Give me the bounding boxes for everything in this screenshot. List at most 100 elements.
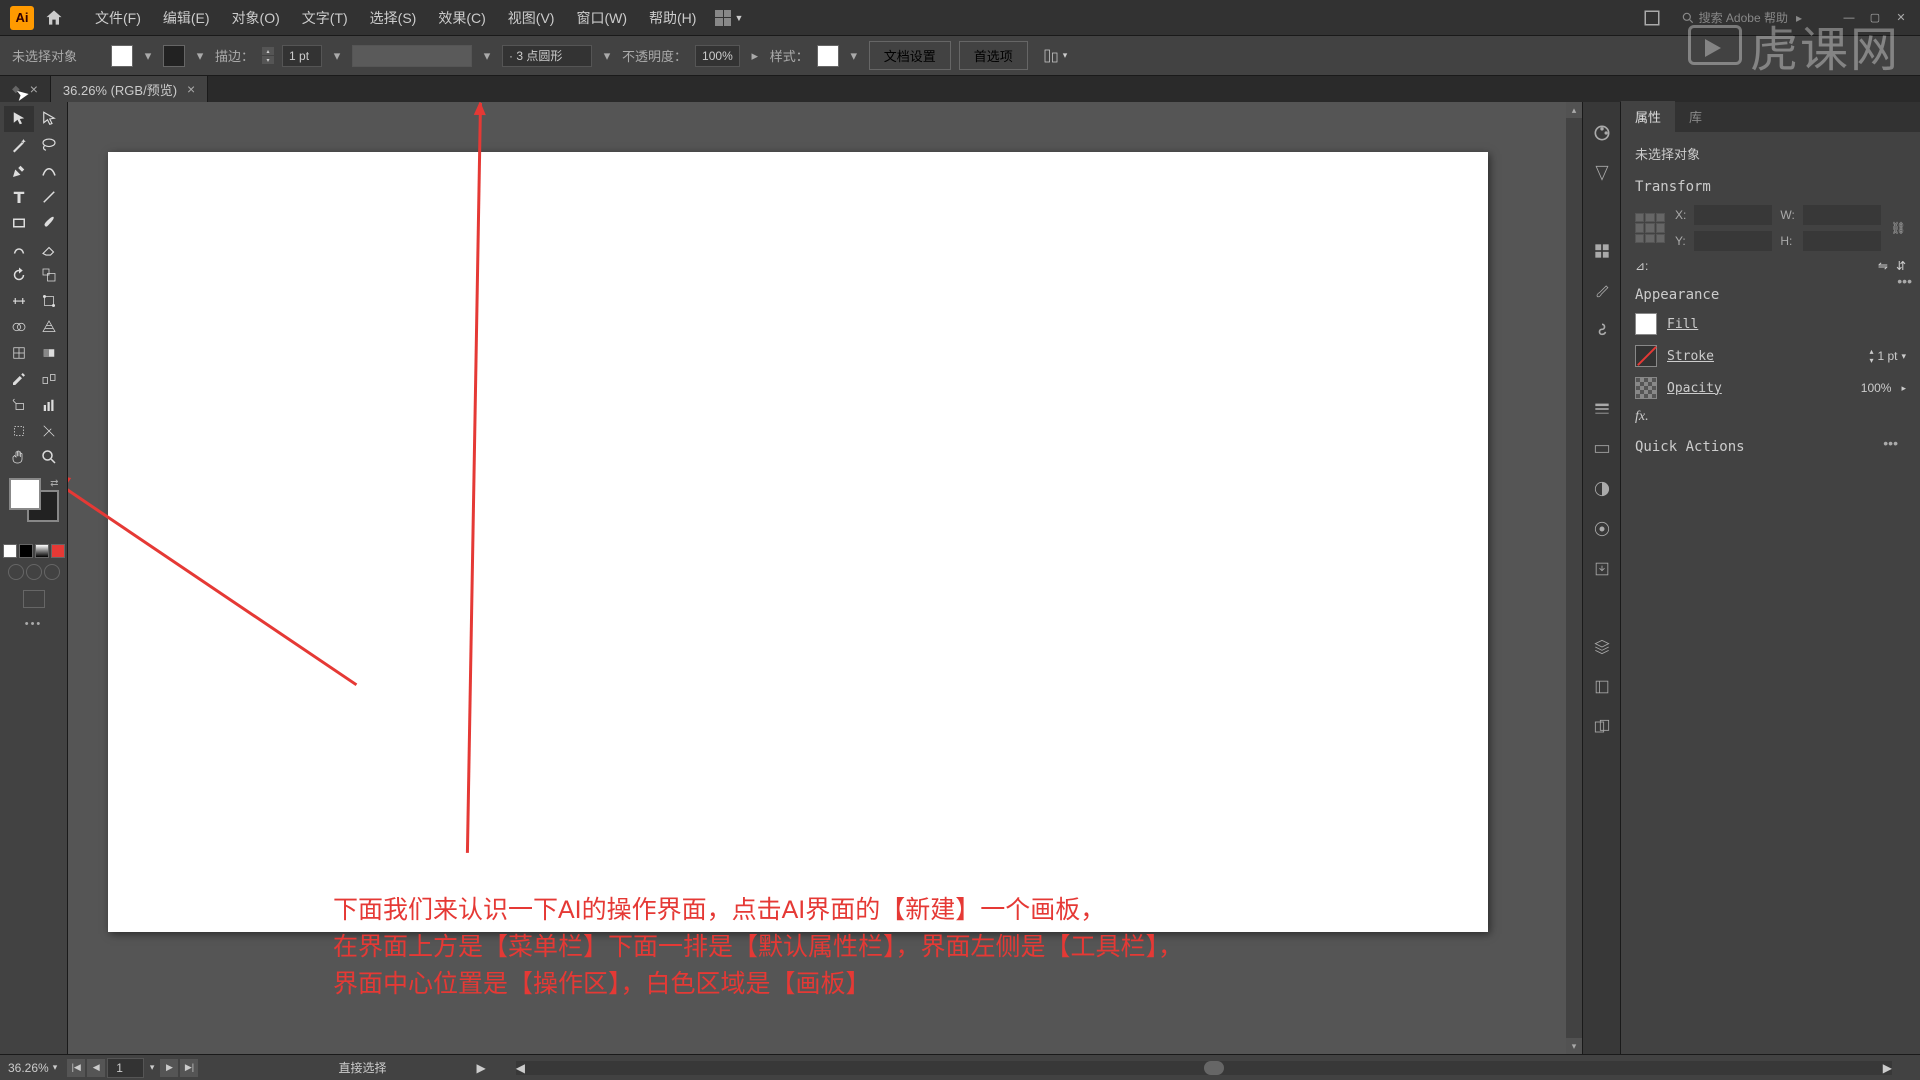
pen-tool[interactable] (4, 158, 34, 184)
blend-tool[interactable] (34, 366, 64, 392)
transparency-panel-icon[interactable] (1591, 478, 1613, 500)
perspective-grid-tool[interactable] (34, 314, 64, 340)
align-icon[interactable]: ▾ (1042, 47, 1068, 65)
first-artboard-icon[interactable]: |◀ (67, 1059, 85, 1077)
next-artboard-icon[interactable]: ▶ (160, 1059, 178, 1077)
layers-panel-icon[interactable] (1591, 636, 1613, 658)
menu-select[interactable]: 选择(S) (359, 0, 428, 36)
asset-export-panel-icon[interactable] (1591, 558, 1613, 580)
reference-point-selector[interactable] (1635, 213, 1665, 243)
paintbrush-tool[interactable] (34, 210, 64, 236)
menu-edit[interactable]: 编辑(E) (152, 0, 221, 36)
x-input[interactable] (1694, 205, 1772, 225)
brush-definition[interactable]: · 3 点圆形 (502, 45, 592, 67)
eyedropper-tool[interactable] (4, 366, 34, 392)
tab-close-icon[interactable]: × (30, 81, 38, 97)
appearance-fill-swatch[interactable] (1635, 313, 1657, 335)
appearance-more-icon[interactable]: ••• (1883, 435, 1898, 451)
magic-wand-tool[interactable] (4, 132, 34, 158)
lasso-tool[interactable] (34, 132, 64, 158)
stroke-swatch[interactable] (163, 45, 185, 67)
scroll-up-icon[interactable]: ▴ (1566, 102, 1582, 118)
free-transform-tool[interactable] (34, 288, 64, 314)
document-tab-active[interactable]: 36.26% (RGB/预览) × (51, 76, 208, 102)
appearance-stroke-value[interactable]: 1 pt (1877, 349, 1897, 363)
menu-type[interactable]: 文字(T) (291, 0, 359, 36)
artboards-panel-icon[interactable] (1591, 716, 1613, 738)
color-panel-icon[interactable] (1591, 122, 1613, 144)
mesh-tool[interactable] (4, 340, 34, 366)
menu-effect[interactable]: 效果(C) (427, 0, 496, 36)
preferences-button[interactable]: 首选项 (959, 41, 1028, 70)
hand-tool[interactable] (4, 444, 34, 470)
minimize-icon[interactable]: — (1840, 9, 1858, 27)
zoom-level-dropdown[interactable]: 36.26%▾ (8, 1061, 57, 1075)
screen-mode-icon[interactable] (23, 590, 45, 608)
gradient-panel-icon[interactable] (1591, 438, 1613, 460)
horizontal-scrollbar[interactable]: ◀▶ (516, 1061, 1892, 1075)
stroke-stepper[interactable]: ▴▾ (262, 47, 274, 64)
selection-tool[interactable] (4, 106, 34, 132)
fx-icon[interactable]: fx. (1635, 409, 1649, 425)
vertical-scrollbar[interactable]: ▴ ▾ (1566, 102, 1582, 1054)
column-graph-tool[interactable] (34, 392, 64, 418)
h-input[interactable] (1803, 231, 1881, 251)
stroke-weight-dropdown-icon[interactable]: ▾ (330, 49, 344, 63)
stroke-dropdown-icon[interactable]: ▾ (193, 49, 207, 63)
swatches-panel-icon[interactable] (1591, 240, 1613, 262)
workspace-switcher[interactable]: ▼ (707, 10, 751, 26)
color-mode-swatches[interactable] (3, 544, 65, 558)
artboard-number-input[interactable]: 1 (107, 1058, 144, 1078)
flip-horizontal-icon[interactable]: ⇋ (1878, 259, 1888, 273)
stroke-panel-icon[interactable] (1591, 398, 1613, 420)
slice-tool[interactable] (34, 418, 64, 444)
var-width-dropdown-icon[interactable]: ▾ (480, 49, 494, 63)
shape-builder-tool[interactable] (4, 314, 34, 340)
flip-vertical-icon[interactable]: ⇵ (1896, 259, 1906, 273)
menu-help[interactable]: 帮助(H) (638, 0, 707, 36)
color-guide-panel-icon[interactable] (1591, 162, 1613, 184)
eraser-tool[interactable] (34, 236, 64, 262)
brush-dropdown-icon[interactable]: ▾ (600, 49, 614, 63)
appearance-panel-icon[interactable] (1591, 518, 1613, 540)
swap-colors-icon[interactable]: ⇄ (50, 478, 58, 489)
appearance-opacity-value[interactable]: 100% (1861, 381, 1892, 395)
document-setup-button[interactable]: 文档设置 (869, 41, 951, 70)
arrange-documents-icon[interactable] (1641, 7, 1663, 29)
artboard-tool[interactable] (4, 418, 34, 444)
close-icon[interactable]: ✕ (1892, 9, 1910, 27)
zoom-tool[interactable] (34, 444, 64, 470)
tab-properties[interactable]: 属性 (1621, 101, 1675, 132)
opacity-arrow-icon[interactable]: ▸ (748, 49, 762, 63)
rectangle-tool[interactable] (4, 210, 34, 236)
menu-object[interactable]: 对象(O) (221, 0, 291, 36)
status-play-icon[interactable]: ▶ (476, 1061, 485, 1075)
direct-selection-tool[interactable] (34, 106, 64, 132)
rotate-tool[interactable] (4, 262, 34, 288)
scroll-down-icon[interactable]: ▾ (1566, 1038, 1582, 1054)
menu-view[interactable]: 视图(V) (497, 0, 566, 36)
canvas-area[interactable]: 下面我们来认识一下AI的操作界面，点击AI界面的【新建】一个画板， 在界面上方是… (68, 102, 1582, 1054)
w-input[interactable] (1803, 205, 1881, 225)
gradient-tool[interactable] (34, 340, 64, 366)
tab-close-icon[interactable]: × (187, 81, 195, 97)
libraries-panel-icon[interactable] (1591, 676, 1613, 698)
scale-tool[interactable] (34, 262, 64, 288)
brushes-panel-icon[interactable] (1591, 280, 1613, 302)
constrain-proportions-icon[interactable]: ⛓ (1891, 221, 1906, 235)
menu-file[interactable]: 文件(F) (84, 0, 152, 36)
fill-color[interactable] (9, 478, 41, 510)
appearance-stroke-swatch[interactable] (1635, 345, 1657, 367)
drawing-modes[interactable] (8, 564, 60, 580)
edit-toolbar-icon[interactable]: ••• (25, 618, 43, 630)
opacity-input[interactable]: 100% (695, 45, 740, 67)
fill-stroke-colors[interactable]: ⇄ (9, 478, 59, 522)
fill-swatch[interactable] (111, 45, 133, 67)
menu-window[interactable]: 窗口(W) (565, 0, 638, 36)
appearance-opacity-swatch[interactable] (1635, 377, 1657, 399)
home-icon[interactable] (44, 8, 64, 28)
graphic-style-swatch[interactable] (817, 45, 839, 67)
variable-width-profile[interactable] (352, 45, 472, 67)
line-tool[interactable] (34, 184, 64, 210)
document-tab-untitled[interactable]: ◆ × (0, 76, 51, 102)
